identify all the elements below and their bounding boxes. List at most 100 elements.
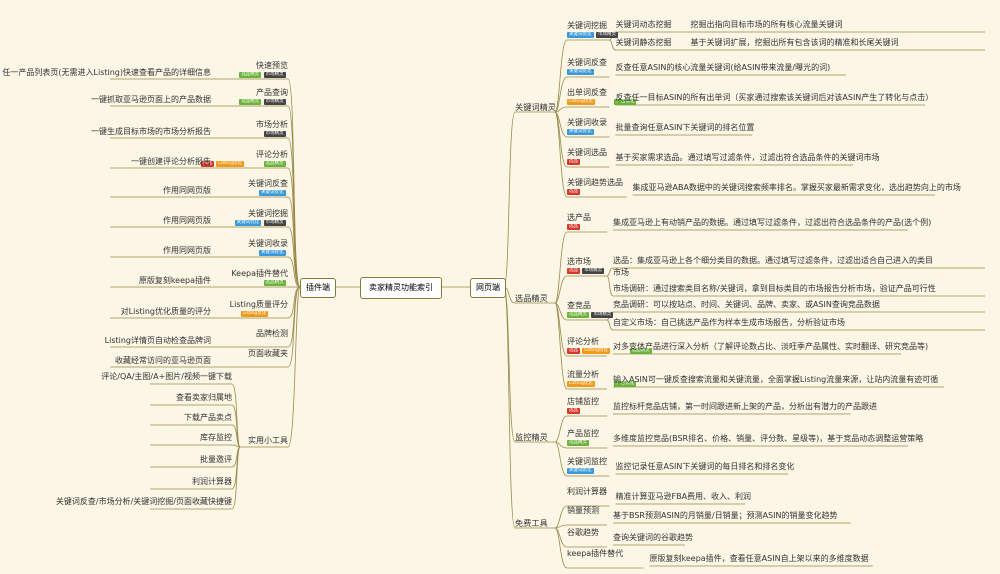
connector-line (554, 111, 568, 198)
web-feature-desc-0-2: 反查任一目标ASIN的所有出单词（买家通过搜索该关键词后对该ASIN产生了转化与… (615, 93, 934, 102)
connector-line (554, 527, 568, 569)
connector-line (554, 441, 568, 477)
category-tag: 选品 (567, 268, 580, 274)
web-sub-desc-0-0-0: 挖掘出指向目标市场的所有核心流量关键词 (690, 20, 843, 29)
web-feature-1-3: 评论分析 (567, 337, 599, 346)
plugin-feature-desc-5: 作用同网页版 (163, 216, 211, 225)
web-feature-desc-3-3: 原版复刻keepa插件，查看任意ASIN自上架以来的多维度数据 (649, 554, 869, 563)
web-feature-desc-1-0: 集成亚马逊上有动销产品的数据。通过填写过滤条件，过滤出符合选品条件的产品(选个例… (613, 218, 932, 227)
category-tag: 关键词优化 (234, 220, 262, 226)
category-tag: 市场精灵 (582, 268, 605, 274)
plugin-feature-0: 快速预览 (256, 61, 288, 70)
web-sub-desc2-1-1-0: 市场 (613, 268, 629, 277)
web-feature-3-3: keepa插件替代 (567, 549, 624, 558)
plugin-feature-2: 市场分析 (256, 120, 288, 129)
web-feature-3-0: 利润计算器 (567, 487, 607, 496)
web-feature-2-1: 产品监控 (567, 429, 599, 438)
category-tag: 市场精灵 (263, 131, 286, 137)
category-tag: Listing优化 (240, 311, 269, 317)
plugin-feature-1: 产品查询 (256, 88, 288, 97)
connector-line (554, 111, 568, 168)
connector-line (231, 404, 241, 448)
plugin-tool-item-3: 库存监控 (200, 433, 232, 442)
plugin-feature-desc-9: Listing详情页自动检查品牌词 (104, 336, 211, 345)
plugin-feature-desc-1: 一键抓取亚马逊页面上的产品数据 (91, 95, 211, 104)
web-feature-desc-1-3: 对多变体产品进行深入分析（了解评论数占比、淡旺季产品属性、实时翻译、研究竞品等) (613, 342, 929, 351)
web-feature-1-4: 流量分析 (567, 370, 599, 379)
plugin-feature-desc-7: 原版复刻keepa插件 (138, 276, 211, 285)
connector-line (287, 137, 301, 288)
plugin-feature-10: 页面收藏夹 (248, 349, 288, 358)
plugin-hub-node[interactable]: 插件端 (300, 278, 336, 298)
plugin-feature-5: 关键词挖掘 (248, 209, 288, 218)
web-feature-desc-0-4: 基于买家需求选品。通过填写过滤条件，过滤出符合选品条件的关键词市场 (615, 153, 880, 162)
category-tag: 选品精灵 (567, 312, 589, 318)
web-sub-label-0-0-0: 关键词动态挖掘 (615, 20, 672, 29)
category-tag: 选品精灵 (239, 72, 262, 78)
web-sub-desc-0-0-1: 基于关键词扩展，挖掘出所有包含该词的精准和长尾关键词 (690, 38, 899, 47)
category-tag: 市场精灵 (263, 220, 286, 226)
web-feature-0-4: 关键词选品 (567, 148, 607, 157)
web-feature-2-0: 店铺监控 (567, 397, 599, 406)
category-tag: 选品精灵 (263, 161, 286, 167)
category-tag: 市场精灵 (263, 99, 286, 105)
web-hub-node[interactable]: 网页端 (470, 278, 506, 298)
web-feature-3-1: 销量预测 (567, 506, 599, 515)
section-1: 选品精灵 (515, 293, 548, 303)
category-tag: 关键词优化 (567, 129, 594, 135)
category-tag: 关键词优化 (567, 468, 594, 474)
web-feature-1-0: 选产品 (567, 213, 591, 222)
category-tag: 选品 (567, 189, 580, 195)
web-sub-desc-1-2-1: 自定义市场：自己挑选产品作为样本生成市场报告，分析验证市场 (613, 318, 845, 327)
category-tag: 市场精灵 (591, 312, 614, 318)
category-tag: Listing优化 (216, 161, 245, 167)
connector-line (554, 415, 568, 443)
connector-line (503, 286, 516, 529)
web-feature-desc-3-1: 基于BSR预测ASIN的月销量/日销量；预测ASIN的销量变化趋势 (613, 511, 838, 520)
web-feature-desc-0-5: 集成亚马逊ABA数据中的关键词搜索频率排名。掌握买家最新需求变化，选出趋势向上的… (632, 183, 961, 192)
plugin-feature-8: Listing质量评分 (229, 300, 288, 309)
web-feature-desc-0-1: 反查任意ASIN的核心流量关键词(给ASIN带来流量/曝光的词) (615, 63, 831, 72)
connector-line (503, 111, 516, 288)
category-tag: 选品精灵 (567, 440, 589, 446)
plugin-tool-item-1: 查看卖家归属地 (176, 393, 232, 402)
plugin-feature-desc-8: 对Listing优化质量的评分 (120, 307, 211, 316)
section-3: 免费工具 (515, 518, 548, 528)
plugin-feature-desc-0: 任一产品列表页(无需进入Listing)快速查看产品的详细信息 (2, 68, 211, 77)
plugin-tools-group: 实用小工具 (248, 436, 288, 445)
web-feature-2-2: 关键词监控 (567, 457, 607, 466)
plugin-feature-7: Keepa插件替代 (231, 269, 288, 278)
plugin-feature-desc-10: 收藏经常访问的亚马逊页面 (115, 356, 211, 365)
web-sub-label-0-0-1: 关键词静态挖掘 (615, 38, 672, 47)
category-tag: 选品精灵 (239, 99, 262, 105)
web-feature-0-3: 关键词收录 (567, 118, 607, 127)
plugin-tool-item-6: 关键词反查/市场分析/关键词挖掘/页面收藏快捷键 (55, 497, 232, 506)
plugin-tool-item-4: 批量邀评 (200, 455, 232, 464)
section-2: 监控精灵 (515, 432, 548, 442)
plugin-tool-item-2: 下载产品卖点 (184, 413, 232, 422)
connector-line (554, 39, 568, 113)
category-tag: 选品 (567, 408, 580, 414)
web-feature-0-0: 关键词挖掘 (567, 21, 607, 30)
plugin-feature-9: 品牌检测 (256, 329, 288, 338)
plugin-feature-desc-6: 作用同网页版 (163, 246, 211, 255)
web-feature-0-2: 出单词反查 (567, 88, 607, 97)
web-feature-desc-1-4: 输入ASIN可一键反查搜索流量和关键流量，全面掌握Listing流量来源，让站内… (613, 375, 939, 384)
category-tag: Listing优化 (567, 381, 595, 387)
web-feature-desc-2-1: 多维度监控竞品(BSR排名、价格、销量、评分数、星级等)，基于竞品动态调整运营策… (613, 434, 924, 443)
section-0: 关键词精灵 (515, 102, 556, 112)
web-sub-desc-1-1-1: 市场调研：通过搜索类目名称/关键词，拿到目标类目的市场报告分析市场，验证产品可行… (613, 284, 936, 293)
category-tag: 选品 (567, 159, 580, 165)
web-feature-0-1: 关键词反查 (567, 58, 607, 67)
category-tag: Listing优化 (567, 99, 595, 105)
connector-line (231, 446, 241, 490)
plugin-feature-6: 关键词收录 (248, 239, 288, 248)
category-tag: 选品 (567, 224, 580, 230)
web-feature-desc-2-2: 监控记录任意ASIN下关键词的每日排名和排名变化 (615, 462, 795, 471)
category-tag: Listing优化 (582, 348, 611, 354)
web-feature-desc-2-0: 监控标杆竞品店铺，第一时间跟进新上架的产品，分析出有潜力的产品跟进 (613, 402, 877, 411)
root-node[interactable]: 卖家精灵功能索引 (360, 277, 442, 299)
plugin-feature-4: 关键词反查 (248, 179, 288, 188)
plugin-feature-desc-3: 一键创建评论分析报告 (131, 157, 211, 166)
plugin-feature-desc-4: 作用同网页版 (163, 186, 211, 195)
